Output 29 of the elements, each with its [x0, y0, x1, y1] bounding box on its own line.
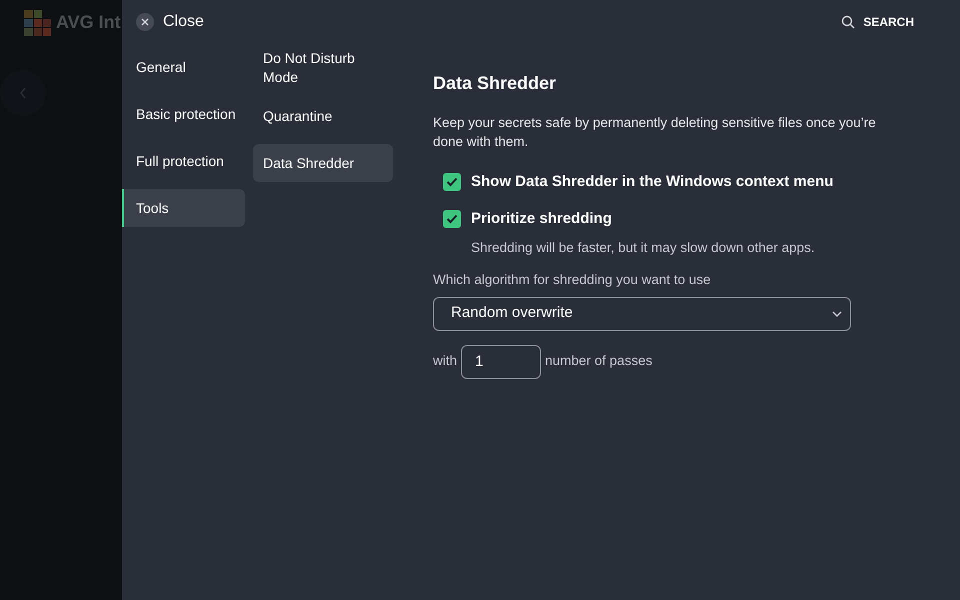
- checkbox[interactable]: [443, 210, 461, 228]
- check-icon: [446, 177, 458, 188]
- section-description: Keep your secrets safe by permanently deleting sensitive files once you’re done with them.: [433, 114, 877, 151]
- category-item[interactable]: Full protection: [122, 142, 245, 180]
- category-item[interactable]: General: [122, 48, 245, 86]
- algorithm-label: Which algorithm for shredding you want to use: [433, 271, 712, 290]
- category-item[interactable]: Tools: [122, 189, 245, 227]
- option-label: Prioritize shredding: [471, 208, 612, 228]
- checkbox[interactable]: [443, 173, 461, 192]
- chevron-down-icon: [832, 310, 842, 316]
- section-title: Data Shredder: [433, 72, 558, 95]
- subcategory-item[interactable]: Do Not Disturb Mode: [253, 48, 393, 88]
- logo-text: AVG Int: [56, 11, 121, 34]
- passes-suffix: number of passes: [545, 352, 652, 370]
- close-icon: [136, 13, 154, 31]
- category-item[interactable]: Basic protection: [122, 95, 245, 133]
- search-icon: [841, 15, 856, 29]
- search-button[interactable]: SEARCH: [841, 13, 914, 31]
- check-icon: [446, 214, 458, 224]
- subcategory-item[interactable]: Data Shredder: [253, 144, 393, 182]
- close-button[interactable]: Close: [136, 10, 204, 34]
- subcategory-item[interactable]: Quarantine: [253, 97, 393, 135]
- passes-input[interactable]: 1: [461, 344, 542, 378]
- chevron-left-icon: [19, 87, 27, 99]
- passes-prefix: with: [433, 352, 458, 370]
- option-label: Show Data Shredder in the Windows context menu: [471, 172, 834, 192]
- algorithm-dropdown[interactable]: Random overwrite: [433, 296, 851, 330]
- option-hint: Shredding will be faster, but it may slow down other apps.: [470, 239, 816, 257]
- logo-icon: [24, 10, 52, 36]
